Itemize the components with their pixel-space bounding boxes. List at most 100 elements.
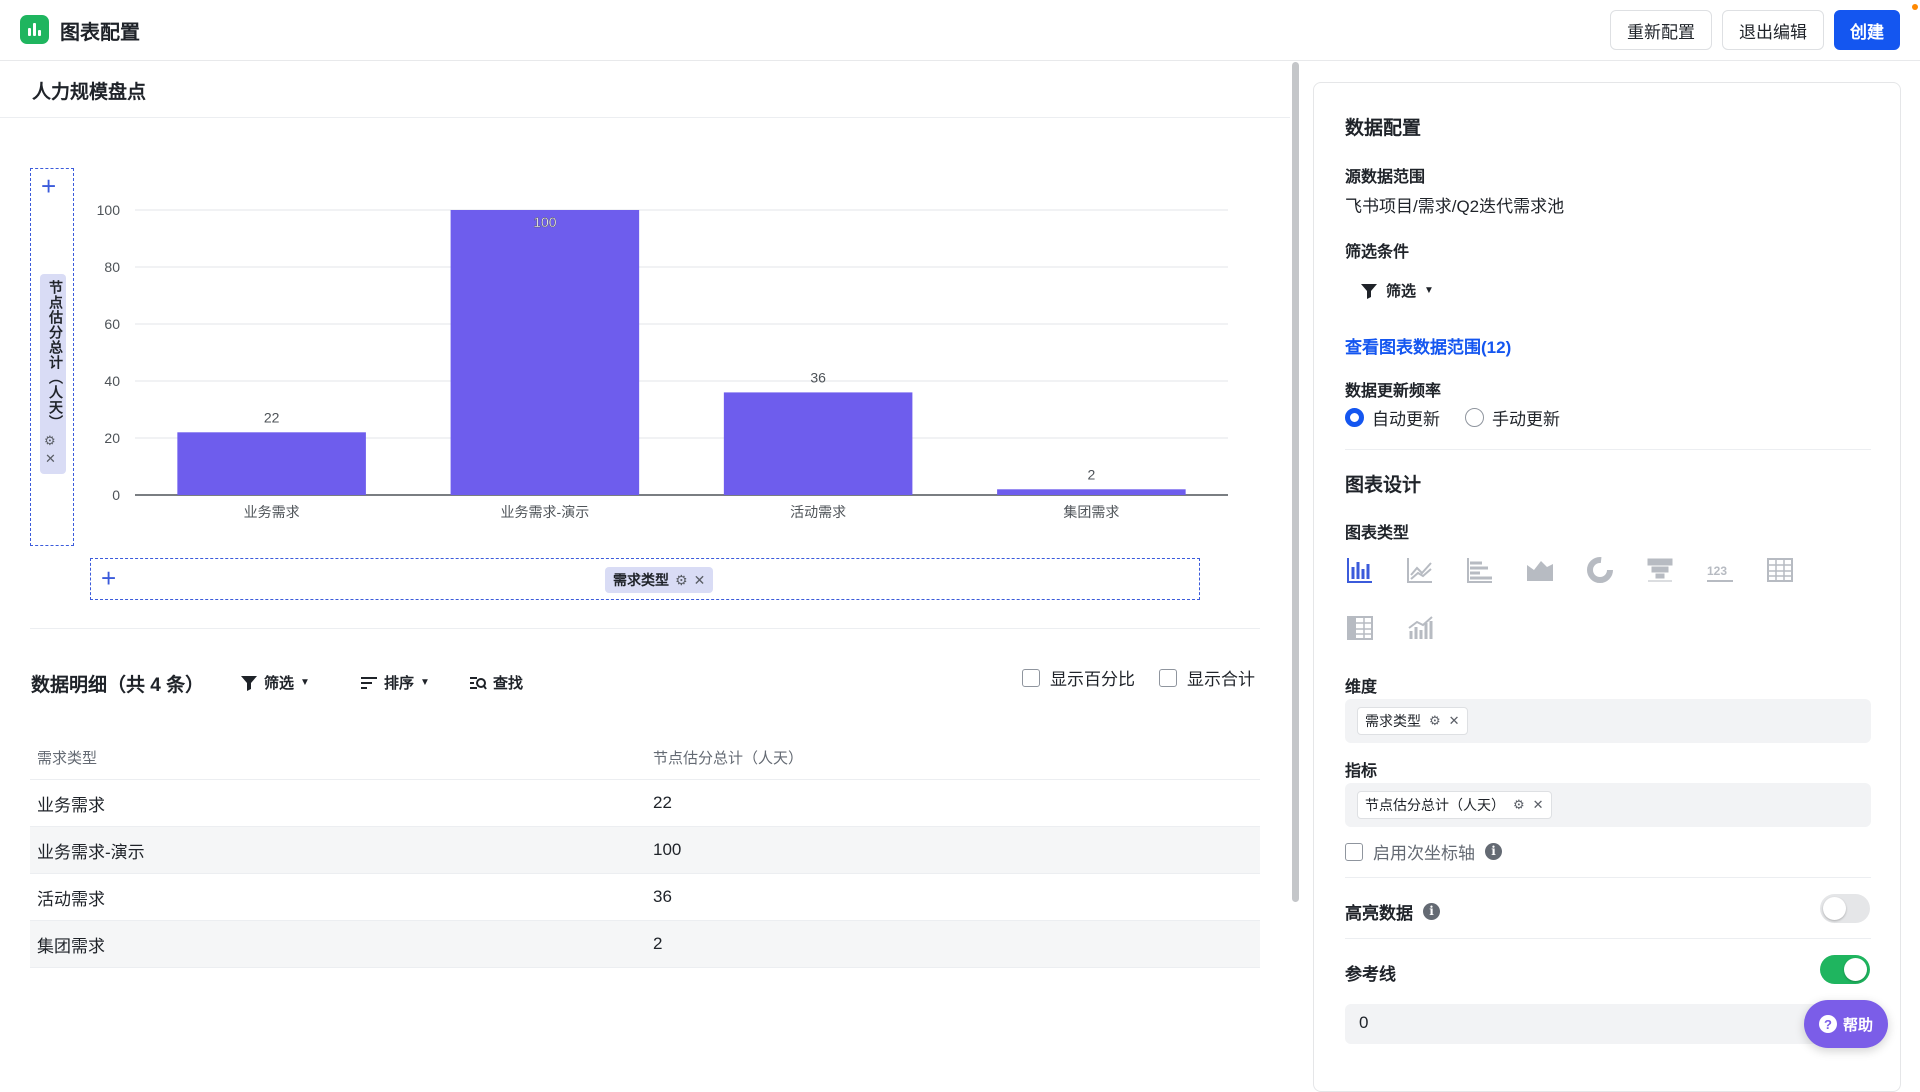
metric-field-well[interactable]: 节点估分总计（人天） ⚙ ✕ xyxy=(1345,783,1871,827)
area-chart-type-icon[interactable] xyxy=(1525,555,1555,585)
top-bar: 图表配置 重新配置 退出编辑 创建 xyxy=(0,0,1920,61)
table-cell: 业务需求-演示 xyxy=(37,842,145,862)
chart-title: 人力规模盘点 xyxy=(0,62,1290,118)
horizontal-bar-chart-type-icon[interactable] xyxy=(1465,555,1495,585)
x-tick-label: 业务需求 xyxy=(244,504,300,520)
pivot-table-type-icon[interactable] xyxy=(1345,613,1375,643)
data-config-heading: 数据配置 xyxy=(1345,118,1422,139)
table-header: 需求类型 节点估分总计（人天） xyxy=(30,735,1260,780)
detail-title: 数据明细（共 4 条） xyxy=(31,675,205,696)
reference-line-label: 参考线 xyxy=(1345,965,1396,984)
chart-design-heading: 图表设计 xyxy=(1345,475,1422,496)
chart-app-icon xyxy=(20,15,49,44)
close-icon[interactable]: ✕ xyxy=(694,572,706,589)
vertical-scrollbar[interactable] xyxy=(1292,62,1299,902)
detail-sort-button[interactable]: 排序 ▼ xyxy=(360,672,430,693)
detail-filter-button[interactable]: 筛选 ▼ xyxy=(240,672,310,693)
close-icon[interactable]: ✕ xyxy=(1449,713,1460,729)
x-field-chip[interactable]: 需求类型 ⚙ ✕ xyxy=(605,567,714,593)
exit-edit-button[interactable]: 退出编辑 xyxy=(1722,10,1824,50)
show-percent-checkbox[interactable]: 显示百分比 xyxy=(1022,665,1135,690)
x-axis-dropzone[interactable]: + 需求类型 ⚙ ✕ xyxy=(90,558,1200,600)
filter-condition-label: 筛选条件 xyxy=(1345,244,1410,261)
table-cell: 业务需求 xyxy=(37,795,105,815)
funnel-chart-type-icon[interactable] xyxy=(1645,555,1675,585)
gear-icon[interactable]: ⚙ xyxy=(675,572,688,589)
highlight-toggle[interactable] xyxy=(1820,894,1870,923)
bar-chart-type-icon[interactable] xyxy=(1345,555,1375,585)
table-type-icon[interactable] xyxy=(1765,555,1795,585)
secondary-axis-checkbox[interactable]: 启用次坐标轴 i xyxy=(1345,839,1502,864)
y-tick-label: 40 xyxy=(104,373,120,389)
section-divider xyxy=(30,628,1260,629)
combo-chart-type-icon[interactable] xyxy=(1405,613,1435,643)
data-label: 100 xyxy=(533,214,557,230)
source-range-label: 源数据范围 xyxy=(1345,169,1426,186)
table-cell: 2 xyxy=(653,934,663,953)
table-cell: 100 xyxy=(653,840,682,859)
chart-type-label: 图表类型 xyxy=(1345,525,1410,542)
metric-chip[interactable]: 节点估分总计（人天） ⚙ ✕ xyxy=(1357,791,1552,819)
y-tick-label: 100 xyxy=(97,202,121,218)
table-row: 业务需求 22 xyxy=(30,780,1260,827)
y-tick-label: 60 xyxy=(104,316,120,332)
find-icon xyxy=(470,676,487,690)
dimension-field-well[interactable]: 需求类型 ⚙ ✕ xyxy=(1345,699,1871,743)
question-icon: ? xyxy=(1818,1015,1837,1033)
reference-line-toggle[interactable] xyxy=(1820,955,1870,984)
manual-update-radio[interactable]: 手动更新 xyxy=(1465,405,1560,430)
bar xyxy=(450,210,640,495)
data-label: 2 xyxy=(1087,466,1095,482)
gear-icon[interactable]: ⚙ xyxy=(1429,713,1441,729)
detail-find-button[interactable]: 查找 xyxy=(469,672,523,693)
dimension-label: 维度 xyxy=(1345,679,1378,696)
update-frequency-label: 数据更新频率 xyxy=(1345,383,1442,400)
table-cell: 集团需求 xyxy=(37,936,105,956)
y-tick-label: 0 xyxy=(112,487,120,503)
dimension-chip[interactable]: 需求类型 ⚙ ✕ xyxy=(1357,707,1468,735)
panel-filter-button[interactable]: 筛选 ▼ xyxy=(1360,280,1434,301)
data-label: 22 xyxy=(264,409,280,425)
table-row: 活动需求 36 xyxy=(30,874,1260,921)
close-icon[interactable]: ✕ xyxy=(1533,797,1544,813)
table-cell: 22 xyxy=(653,793,672,812)
divider xyxy=(1345,877,1871,878)
divider xyxy=(1345,938,1871,939)
config-panel: 数据配置 源数据范围 飞书项目/需求/Q2迭代需求池 筛选条件 筛选 ▼ 查看图表… xyxy=(1313,82,1901,1092)
column-header[interactable]: 需求类型 xyxy=(30,747,646,768)
x-tick-label: 活动需求 xyxy=(790,504,846,520)
table-row: 业务需求-演示 100 xyxy=(30,827,1260,874)
info-icon[interactable]: i xyxy=(1485,843,1502,860)
create-button[interactable]: 创建 xyxy=(1834,10,1900,50)
app-title: 图表配置 xyxy=(60,22,140,44)
info-icon[interactable]: i xyxy=(1423,903,1440,920)
bar xyxy=(723,392,913,495)
x-tick-label: 业务需求-演示 xyxy=(501,504,590,520)
column-header[interactable]: 节点估分总计（人天） xyxy=(646,747,803,768)
line-chart-type-icon[interactable] xyxy=(1405,555,1435,585)
help-button[interactable]: ? 帮助 xyxy=(1804,1000,1888,1048)
source-range-value: 飞书项目/需求/Q2迭代需求池 xyxy=(1345,197,1565,216)
table-cell: 36 xyxy=(653,887,672,906)
gear-icon[interactable]: ⚙ xyxy=(1513,797,1525,813)
reference-line-input[interactable]: 0 xyxy=(1345,1004,1871,1044)
data-label: 36 xyxy=(810,369,826,385)
add-dimension-icon[interactable]: + xyxy=(101,565,116,591)
reset-config-button[interactable]: 重新配置 xyxy=(1610,10,1712,50)
pie-chart-type-icon[interactable] xyxy=(1585,555,1615,585)
view-data-range-link[interactable]: 查看图表数据范围(12) xyxy=(1345,333,1511,358)
metric-label: 指标 xyxy=(1345,763,1378,780)
bar xyxy=(177,432,366,495)
filter-icon xyxy=(1361,283,1377,299)
sort-icon xyxy=(361,676,377,689)
x-field-label: 需求类型 xyxy=(613,572,669,588)
auto-update-radio[interactable]: 自动更新 xyxy=(1345,405,1440,430)
notification-dot xyxy=(1912,4,1918,10)
y-tick-label: 20 xyxy=(104,430,120,446)
metric-card-type-icon[interactable]: 123 xyxy=(1705,555,1735,585)
show-total-checkbox[interactable]: 显示合计 xyxy=(1159,665,1255,690)
table-row: 集团需求 2 xyxy=(30,921,1260,968)
divider xyxy=(1345,449,1871,450)
y-tick-label: 80 xyxy=(104,259,120,275)
detail-table: 需求类型 节点估分总计（人天） 业务需求 22 业务需求-演示 100 活动需求… xyxy=(30,735,1260,968)
